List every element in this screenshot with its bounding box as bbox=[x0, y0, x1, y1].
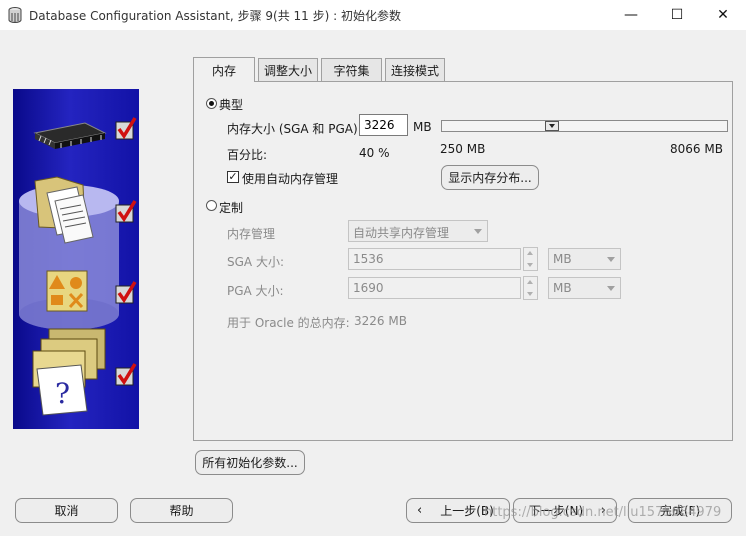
memory-mgmt-value: 自动共享内存管理 bbox=[353, 226, 450, 240]
title-bar: Database Configuration Assistant, 步骤 9(共… bbox=[0, 0, 746, 30]
checkmark-icon bbox=[115, 363, 137, 386]
slider-min-label: 250 MB bbox=[440, 142, 486, 156]
watermark-text: https://blog.csdn.net/liu1575084979 bbox=[484, 505, 722, 520]
all-init-params-label: 所有初始化参数... bbox=[202, 456, 298, 470]
tab-connection-mode-label: 连接模式 bbox=[390, 63, 439, 78]
sga-unit-value: MB bbox=[553, 252, 572, 266]
chevron-down-icon bbox=[607, 286, 615, 291]
chevron-down-icon bbox=[607, 257, 615, 262]
minimize-icon: — bbox=[624, 7, 638, 23]
maximize-button[interactable]: ☐ bbox=[654, 0, 700, 30]
memory-mgmt-select[interactable]: 自动共享内存管理 bbox=[348, 220, 488, 242]
tab-sizing-label: 调整大小 bbox=[263, 63, 312, 78]
memory-size-input[interactable] bbox=[359, 114, 408, 136]
auto-memory-label: 使用自动内存管理 bbox=[242, 172, 339, 186]
memory-size-label: 内存大小 (SGA 和 PGA): bbox=[227, 122, 362, 136]
show-memory-distribution-button[interactable]: 显示内存分布... bbox=[441, 165, 539, 190]
checkmark-icon bbox=[115, 117, 137, 140]
database-app-icon bbox=[8, 7, 22, 23]
chevron-down-icon bbox=[474, 229, 482, 234]
close-icon: ✕ bbox=[717, 7, 729, 23]
tab-memory-label: 内存 bbox=[211, 63, 236, 78]
cancel-label: 取消 bbox=[54, 504, 79, 518]
tab-charset[interactable]: 字符集 bbox=[321, 58, 382, 81]
sga-size-spinner[interactable] bbox=[523, 247, 538, 271]
database-illustration: ? bbox=[19, 117, 137, 416]
tab-sizing[interactable]: 调整大小 bbox=[258, 58, 318, 81]
auto-memory-checkbox[interactable]: ✓ bbox=[227, 171, 239, 183]
help-button[interactable]: 帮助 bbox=[130, 498, 233, 523]
help-folders-icon: ? bbox=[32, 328, 106, 416]
custom-radio[interactable] bbox=[206, 200, 217, 211]
typical-label: 典型 bbox=[219, 98, 244, 112]
custom-label: 定制 bbox=[219, 201, 244, 215]
sga-size-label: SGA 大小: bbox=[227, 255, 284, 269]
percent-label: 百分比: bbox=[227, 148, 268, 162]
maximize-icon: ☐ bbox=[670, 7, 684, 23]
total-memory-label: 用于 Oracle 的总内存: bbox=[227, 316, 350, 330]
memory-chip-icon bbox=[33, 122, 107, 149]
total-memory-value: 3226 MB bbox=[354, 314, 407, 328]
svg-text:?: ? bbox=[55, 377, 70, 410]
pga-size-spinner[interactable] bbox=[523, 276, 538, 300]
help-label: 帮助 bbox=[169, 504, 194, 518]
tab-charset-label: 字符集 bbox=[333, 63, 370, 78]
tab-connection-mode[interactable]: 连接模式 bbox=[385, 58, 445, 81]
chevron-left-icon: ‹ bbox=[417, 503, 423, 518]
pga-size-input[interactable]: 1690 bbox=[348, 277, 521, 299]
memory-size-unit: MB bbox=[413, 120, 432, 134]
pga-unit-select[interactable]: MB bbox=[548, 277, 621, 299]
memory-panel: 典型 内存大小 (SGA 和 PGA): MB 250 MB 8066 MB 百… bbox=[193, 81, 733, 441]
sga-unit-select[interactable]: MB bbox=[548, 248, 621, 270]
shapes-box-icon bbox=[46, 270, 88, 312]
cancel-button[interactable]: 取消 bbox=[15, 498, 118, 523]
memory-slider-track[interactable] bbox=[441, 120, 728, 132]
all-init-params-button[interactable]: 所有初始化参数... bbox=[195, 450, 305, 475]
slider-max-label: 8066 MB bbox=[670, 142, 723, 156]
memory-mgmt-label: 内存管理 bbox=[227, 227, 276, 241]
show-memory-distribution-label: 显示内存分布... bbox=[448, 171, 532, 185]
tab-memory[interactable]: 内存 bbox=[193, 57, 255, 82]
memory-slider-thumb[interactable] bbox=[545, 121, 559, 131]
close-button[interactable]: ✕ bbox=[700, 0, 746, 30]
wizard-side-illustration: ? bbox=[13, 89, 139, 429]
minimize-button[interactable]: — bbox=[608, 0, 654, 30]
pga-size-label: PGA 大小: bbox=[227, 284, 284, 298]
sga-size-input[interactable]: 1536 bbox=[348, 248, 521, 270]
typical-radio[interactable] bbox=[206, 98, 217, 109]
percent-value: 40 % bbox=[359, 146, 390, 160]
pga-unit-value: MB bbox=[553, 281, 572, 295]
window-title: Database Configuration Assistant, 步骤 9(共… bbox=[29, 9, 401, 23]
